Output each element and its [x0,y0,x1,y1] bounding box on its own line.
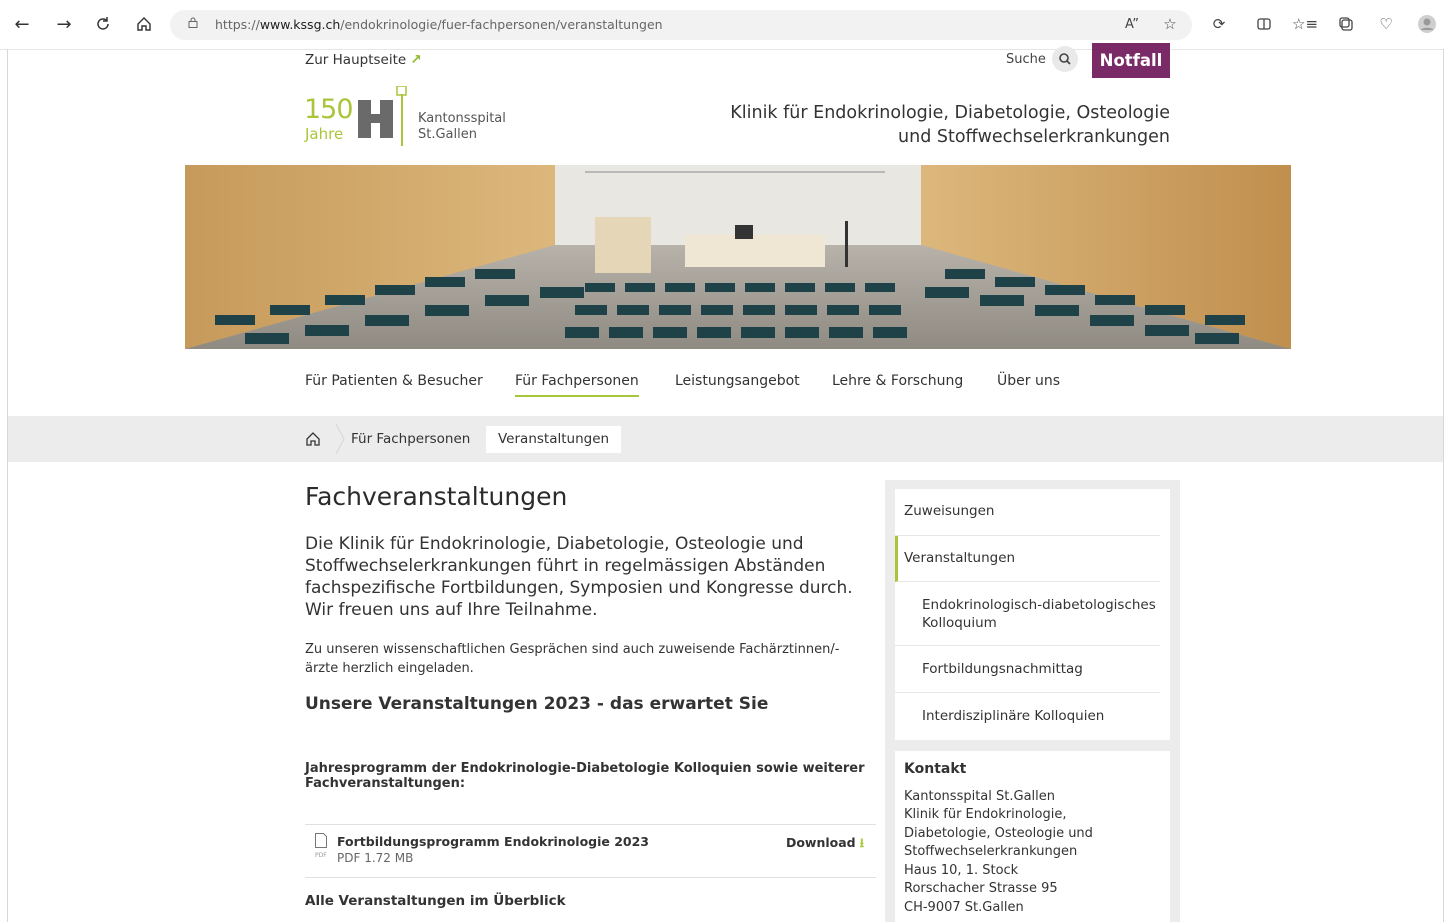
main-site-link[interactable]: Zur Hauptseite ↗ [305,52,422,68]
sidebar-item-colloquium[interactable]: Endokrinologisch-diabetologisches Kolloq… [895,582,1160,646]
logo-text: Kantonsspital St.Gallen [418,111,506,142]
nav-item-patients[interactable]: Für Patienten & Besucher [305,373,483,389]
overview-heading: Alle Veranstaltungen im Überblick [305,893,566,909]
download-icon: ⭳ [859,835,864,850]
contact-line: Kantonsspital St.Gallen [904,789,1055,804]
contact-line: Rorschacher Strasse 95 [904,881,1058,896]
emergency-button[interactable]: Notfall [1092,43,1170,78]
contact-line: CH-9007 St.Gallen [904,900,1024,915]
collections-icon[interactable] [1335,13,1357,35]
nav-item-teaching-research[interactable]: Lehre & Forschung [832,373,963,389]
invitation-paragraph: Zu unseren wissenschaftlichen Gesprächen… [305,642,840,676]
page-title: Fachveranstaltungen [305,482,568,511]
contact-line: Stoffwechselerkrankungen [904,844,1078,859]
forward-icon[interactable]: → [52,12,76,36]
browser-toolbar: ← → https://www.kssg.ch/endokrinologie/f… [0,0,1444,50]
breadcrumb-item-current: Veranstaltungen [486,426,622,453]
lock-icon [188,17,198,28]
download-title[interactable]: Fortbildungsprogramm Endokrinologie 2023 [337,834,649,849]
lecture-hall-hero-image [185,165,1291,349]
file-type-tag: PDF [315,852,327,859]
favorite-star-icon[interactable]: ☆ [1159,13,1181,35]
events-subtitle: Unsere Veranstaltungen 2023 - das erwart… [305,694,769,714]
browser-essentials-icon[interactable]: ♡ [1375,13,1397,35]
sidebar-item-referrals[interactable]: Zuweisungen [895,489,1160,536]
download-button[interactable]: Download ⭳ [786,834,864,855]
profile-avatar-icon[interactable] [1416,13,1438,35]
breadcrumb-separator [335,424,345,454]
breadcrumb-home-icon[interactable] [305,431,321,447]
favorites-icon[interactable]: ☆≡ [1292,13,1318,35]
hospital-logo-mark [358,86,407,146]
intro-paragraph: Die Klinik für Endokrinologie, Diabetolo… [305,534,853,620]
download-file-size: PDF 1.72 MB [337,851,414,865]
split-screen-icon[interactable] [1253,13,1275,35]
nav-item-about-us[interactable]: Über uns [997,373,1060,389]
read-aloud-icon[interactable]: A” [1121,13,1143,35]
sidebar-item-interdisciplinary[interactable]: Interdisziplinäre Kolloquien [895,693,1160,739]
search-label[interactable]: Suche [1006,52,1046,67]
contact-line: Haus 10, 1. Stock [904,863,1019,878]
url-text: https://www.kssg.ch/endokrinologie/fuer-… [215,17,663,32]
search-icon [1059,53,1071,65]
address-bar[interactable]: https://www.kssg.ch/endokrinologie/fuer-… [170,10,1192,40]
breadcrumb-item-professionals[interactable]: Für Fachpersonen [351,431,470,447]
contact-box: Kontakt Kantonsspital St.Gallen Klinik f… [895,751,1170,922]
arrow-up-right-icon: ↗ [410,52,422,68]
sidebar-navigation: Zuweisungen Veranstaltungen Endokrinolog… [895,489,1170,740]
clinic-title: Klinik für Endokrinologie, Diabetologie,… [730,103,1170,147]
logo-anniversary-number: 150 [304,94,354,125]
sidebar: Zuweisungen Veranstaltungen Endokrinolog… [885,480,1180,922]
sidebar-item-afternoon-training[interactable]: Fortbildungsnachmittag [895,646,1160,693]
contact-line: Diabetologie, Osteologie und [904,826,1093,841]
web-page: Zur Hauptseite ↗ Suche Notfall 150 Jahre … [8,43,1443,922]
search-button[interactable] [1052,46,1078,72]
home-icon[interactable] [132,12,156,36]
logo-anniversary-label: Jahre [305,125,344,143]
pdf-file-icon [315,833,327,848]
contact-line: Klinik für Endokrinologie, [904,807,1067,822]
nav-item-professionals[interactable]: Für Fachpersonen [515,373,639,397]
download-item[interactable]: PDF Fortbildungsprogramm Endokrinologie … [305,824,876,878]
contact-title: Kontakt [904,761,967,777]
back-icon[interactable]: ← [10,12,34,36]
program-heading: Jahresprogramm der Endokrinologie-Diabet… [305,761,865,791]
breadcrumb: Für Fachpersonen Veranstaltungen [8,416,1443,462]
reload-icon[interactable] [91,12,115,36]
extensions-icon[interactable]: ⟳ [1208,13,1230,35]
sidebar-item-events[interactable]: Veranstaltungen [895,536,1160,582]
nav-item-services[interactable]: Leistungsangebot [675,373,800,389]
